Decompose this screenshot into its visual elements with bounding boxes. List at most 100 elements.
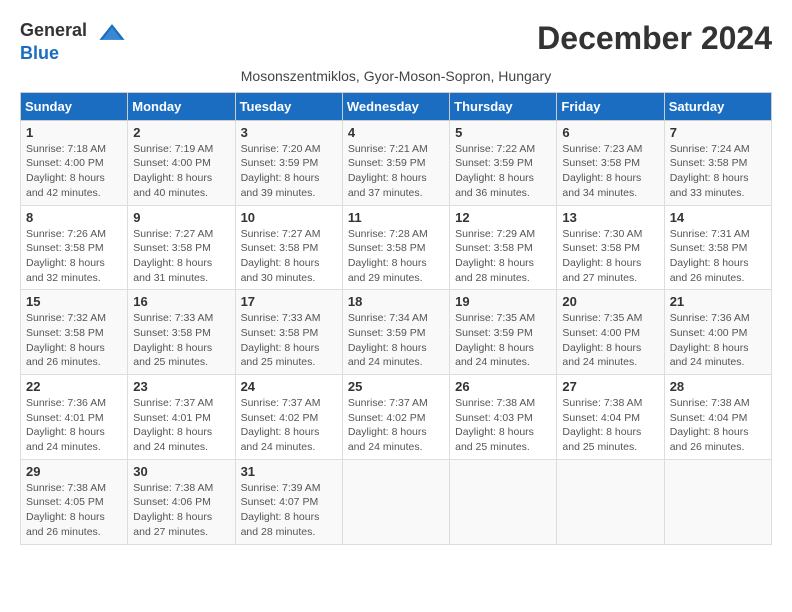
col-header-saturday: Saturday	[664, 92, 771, 120]
day-cell	[664, 459, 771, 544]
day-number: 26	[455, 379, 551, 394]
day-cell: 13 Sunrise: 7:30 AM Sunset: 3:58 PM Dayl…	[557, 205, 664, 290]
day-number: 20	[562, 294, 658, 309]
day-detail: Sunrise: 7:18 AM Sunset: 4:00 PM Dayligh…	[26, 142, 122, 201]
day-number: 15	[26, 294, 122, 309]
day-number: 25	[348, 379, 444, 394]
day-number: 9	[133, 210, 229, 225]
day-cell: 16 Sunrise: 7:33 AM Sunset: 3:58 PM Dayl…	[128, 290, 235, 375]
day-cell: 28 Sunrise: 7:38 AM Sunset: 4:04 PM Dayl…	[664, 375, 771, 460]
week-row-2: 8 Sunrise: 7:26 AM Sunset: 3:58 PM Dayli…	[21, 205, 772, 290]
day-cell: 24 Sunrise: 7:37 AM Sunset: 4:02 PM Dayl…	[235, 375, 342, 460]
logo-text: General	[20, 20, 128, 43]
day-cell: 11 Sunrise: 7:28 AM Sunset: 3:58 PM Dayl…	[342, 205, 449, 290]
day-number: 13	[562, 210, 658, 225]
day-detail: Sunrise: 7:26 AM Sunset: 3:58 PM Dayligh…	[26, 227, 122, 286]
col-header-thursday: Thursday	[450, 92, 557, 120]
day-number: 22	[26, 379, 122, 394]
day-detail: Sunrise: 7:35 AM Sunset: 3:59 PM Dayligh…	[455, 311, 551, 370]
day-number: 16	[133, 294, 229, 309]
day-detail: Sunrise: 7:20 AM Sunset: 3:59 PM Dayligh…	[241, 142, 337, 201]
day-cell: 26 Sunrise: 7:38 AM Sunset: 4:03 PM Dayl…	[450, 375, 557, 460]
day-number: 30	[133, 464, 229, 479]
day-cell: 9 Sunrise: 7:27 AM Sunset: 3:58 PM Dayli…	[128, 205, 235, 290]
day-cell: 30 Sunrise: 7:38 AM Sunset: 4:06 PM Dayl…	[128, 459, 235, 544]
day-cell: 12 Sunrise: 7:29 AM Sunset: 3:58 PM Dayl…	[450, 205, 557, 290]
logo-blue: Blue	[20, 43, 59, 63]
day-number: 23	[133, 379, 229, 394]
day-number: 27	[562, 379, 658, 394]
calendar-table: SundayMondayTuesdayWednesdayThursdayFrid…	[20, 92, 772, 545]
day-detail: Sunrise: 7:36 AM Sunset: 4:01 PM Dayligh…	[26, 396, 122, 455]
day-cell: 29 Sunrise: 7:38 AM Sunset: 4:05 PM Dayl…	[21, 459, 128, 544]
day-cell	[557, 459, 664, 544]
day-detail: Sunrise: 7:30 AM Sunset: 3:58 PM Dayligh…	[562, 227, 658, 286]
week-row-1: 1 Sunrise: 7:18 AM Sunset: 4:00 PM Dayli…	[21, 120, 772, 205]
day-detail: Sunrise: 7:28 AM Sunset: 3:58 PM Dayligh…	[348, 227, 444, 286]
day-detail: Sunrise: 7:35 AM Sunset: 4:00 PM Dayligh…	[562, 311, 658, 370]
day-cell: 19 Sunrise: 7:35 AM Sunset: 3:59 PM Dayl…	[450, 290, 557, 375]
day-detail: Sunrise: 7:33 AM Sunset: 3:58 PM Dayligh…	[133, 311, 229, 370]
day-cell: 23 Sunrise: 7:37 AM Sunset: 4:01 PM Dayl…	[128, 375, 235, 460]
day-cell: 5 Sunrise: 7:22 AM Sunset: 3:59 PM Dayli…	[450, 120, 557, 205]
day-number: 3	[241, 125, 337, 140]
day-cell: 10 Sunrise: 7:27 AM Sunset: 3:58 PM Dayl…	[235, 205, 342, 290]
day-detail: Sunrise: 7:33 AM Sunset: 3:58 PM Dayligh…	[241, 311, 337, 370]
day-number: 18	[348, 294, 444, 309]
day-cell: 6 Sunrise: 7:23 AM Sunset: 3:58 PM Dayli…	[557, 120, 664, 205]
day-number: 24	[241, 379, 337, 394]
day-detail: Sunrise: 7:37 AM Sunset: 4:02 PM Dayligh…	[241, 396, 337, 455]
day-cell	[342, 459, 449, 544]
day-number: 4	[348, 125, 444, 140]
day-cell: 18 Sunrise: 7:34 AM Sunset: 3:59 PM Dayl…	[342, 290, 449, 375]
logo-general: General	[20, 20, 87, 40]
day-number: 28	[670, 379, 766, 394]
col-header-friday: Friday	[557, 92, 664, 120]
day-detail: Sunrise: 7:34 AM Sunset: 3:59 PM Dayligh…	[348, 311, 444, 370]
day-detail: Sunrise: 7:38 AM Sunset: 4:03 PM Dayligh…	[455, 396, 551, 455]
day-cell: 21 Sunrise: 7:36 AM Sunset: 4:00 PM Dayl…	[664, 290, 771, 375]
day-detail: Sunrise: 7:38 AM Sunset: 4:06 PM Dayligh…	[133, 481, 229, 540]
col-header-sunday: Sunday	[21, 92, 128, 120]
day-cell: 8 Sunrise: 7:26 AM Sunset: 3:58 PM Dayli…	[21, 205, 128, 290]
day-detail: Sunrise: 7:27 AM Sunset: 3:58 PM Dayligh…	[133, 227, 229, 286]
col-header-wednesday: Wednesday	[342, 92, 449, 120]
day-cell: 22 Sunrise: 7:36 AM Sunset: 4:01 PM Dayl…	[21, 375, 128, 460]
day-detail: Sunrise: 7:31 AM Sunset: 3:58 PM Dayligh…	[670, 227, 766, 286]
day-detail: Sunrise: 7:27 AM Sunset: 3:58 PM Dayligh…	[241, 227, 337, 286]
day-cell: 4 Sunrise: 7:21 AM Sunset: 3:59 PM Dayli…	[342, 120, 449, 205]
day-detail: Sunrise: 7:29 AM Sunset: 3:58 PM Dayligh…	[455, 227, 551, 286]
day-number: 31	[241, 464, 337, 479]
day-number: 10	[241, 210, 337, 225]
day-cell: 7 Sunrise: 7:24 AM Sunset: 3:58 PM Dayli…	[664, 120, 771, 205]
day-detail: Sunrise: 7:19 AM Sunset: 4:00 PM Dayligh…	[133, 142, 229, 201]
day-number: 14	[670, 210, 766, 225]
day-detail: Sunrise: 7:24 AM Sunset: 3:58 PM Dayligh…	[670, 142, 766, 201]
col-header-monday: Monday	[128, 92, 235, 120]
day-number: 6	[562, 125, 658, 140]
subtitle: Mosonszentmiklos, Gyor-Moson-Sopron, Hun…	[20, 68, 772, 84]
day-cell: 20 Sunrise: 7:35 AM Sunset: 4:00 PM Dayl…	[557, 290, 664, 375]
day-detail: Sunrise: 7:38 AM Sunset: 4:05 PM Dayligh…	[26, 481, 122, 540]
day-number: 17	[241, 294, 337, 309]
day-number: 21	[670, 294, 766, 309]
day-detail: Sunrise: 7:36 AM Sunset: 4:00 PM Dayligh…	[670, 311, 766, 370]
day-detail: Sunrise: 7:38 AM Sunset: 4:04 PM Dayligh…	[670, 396, 766, 455]
day-number: 5	[455, 125, 551, 140]
day-detail: Sunrise: 7:37 AM Sunset: 4:02 PM Dayligh…	[348, 396, 444, 455]
day-cell: 3 Sunrise: 7:20 AM Sunset: 3:59 PM Dayli…	[235, 120, 342, 205]
day-detail: Sunrise: 7:23 AM Sunset: 3:58 PM Dayligh…	[562, 142, 658, 201]
day-detail: Sunrise: 7:32 AM Sunset: 3:58 PM Dayligh…	[26, 311, 122, 370]
day-cell: 1 Sunrise: 7:18 AM Sunset: 4:00 PM Dayli…	[21, 120, 128, 205]
week-row-3: 15 Sunrise: 7:32 AM Sunset: 3:58 PM Dayl…	[21, 290, 772, 375]
week-row-4: 22 Sunrise: 7:36 AM Sunset: 4:01 PM Dayl…	[21, 375, 772, 460]
day-detail: Sunrise: 7:38 AM Sunset: 4:04 PM Dayligh…	[562, 396, 658, 455]
day-cell: 14 Sunrise: 7:31 AM Sunset: 3:58 PM Dayl…	[664, 205, 771, 290]
col-header-tuesday: Tuesday	[235, 92, 342, 120]
day-number: 12	[455, 210, 551, 225]
day-number: 8	[26, 210, 122, 225]
month-title: December 2024	[537, 20, 772, 57]
header: General Blue December 2024	[20, 20, 772, 64]
day-detail: Sunrise: 7:22 AM Sunset: 3:59 PM Dayligh…	[455, 142, 551, 201]
day-number: 7	[670, 125, 766, 140]
